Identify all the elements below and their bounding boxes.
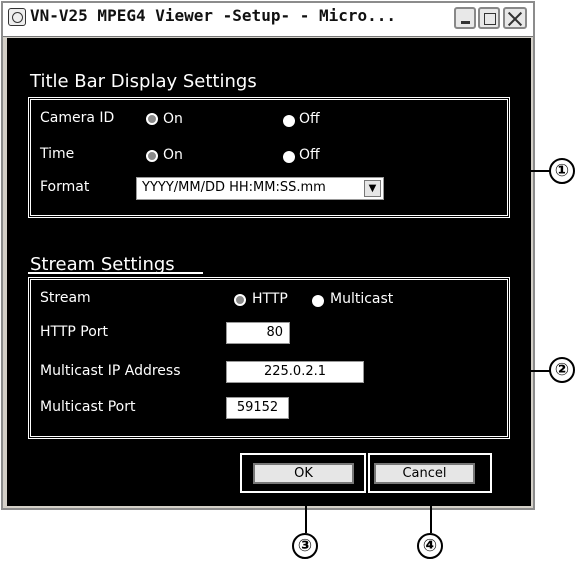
multicast-ip-value: 225.0.2.1 (263, 364, 327, 379)
stream-http-label: HTTP (252, 291, 288, 307)
camera-id-on-radio[interactable] (146, 113, 158, 125)
stream-heading-underline (28, 272, 203, 274)
multicast-port-input[interactable]: 59152 (226, 397, 289, 419)
multicast-ip-input[interactable]: 225.0.2.1 (226, 361, 364, 383)
cancel-button[interactable]: Cancel (374, 463, 475, 484)
camera-id-label: Camera ID (40, 110, 115, 126)
time-label: Time (40, 146, 75, 162)
http-port-label: HTTP Port (40, 324, 109, 340)
multicast-port-label: Multicast Port (40, 399, 136, 415)
multicast-port-value: 59152 (236, 400, 279, 415)
stream-http-radio[interactable] (234, 294, 246, 306)
stream-multicast-radio[interactable] (312, 295, 324, 307)
ok-button[interactable]: OK (253, 463, 354, 484)
time-on-radio[interactable] (146, 150, 158, 162)
chevron-down-icon[interactable]: ▼ (364, 180, 381, 197)
app-icon (8, 8, 26, 26)
time-off-label: Off (299, 147, 320, 163)
format-select[interactable]: YYYY/MM/DD HH:MM:SS.mm (136, 177, 384, 200)
multicast-ip-label: Multicast IP Address (40, 363, 181, 379)
maximize-button[interactable] (478, 7, 500, 29)
camera-id-off-radio[interactable] (283, 115, 295, 127)
callout-2: ② (549, 357, 575, 383)
callout-1: ① (549, 158, 575, 184)
http-port-input[interactable]: 80 (226, 322, 290, 344)
title-bar-settings-heading: Title Bar Display Settings (30, 71, 257, 92)
camera-id-on-label: On (163, 111, 183, 127)
camera-id-off-label: Off (299, 111, 320, 127)
close-button[interactable] (503, 7, 527, 29)
format-select-value: YYYY/MM/DD HH:MM:SS.mm (142, 180, 326, 195)
time-off-radio[interactable] (283, 151, 295, 163)
callout-3: ③ (292, 533, 318, 559)
format-label: Format (40, 179, 90, 195)
stream-multicast-label: Multicast (330, 291, 394, 307)
callout-4: ④ (417, 533, 443, 559)
callout-4-leader (430, 493, 432, 533)
time-on-label: On (163, 147, 183, 163)
callout-3-leader (305, 493, 307, 533)
stream-label: Stream (40, 290, 91, 306)
minimize-button[interactable] (454, 7, 476, 29)
http-port-value: 80 (266, 325, 283, 340)
window-title: VN-V25 MPEG4 Viewer -Setup- - Micro... (30, 6, 397, 25)
